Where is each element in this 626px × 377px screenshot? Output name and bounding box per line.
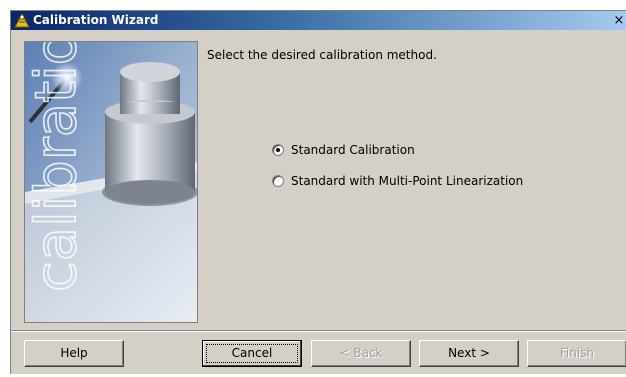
help-button[interactable]: Help xyxy=(24,340,124,367)
focus-rectangle xyxy=(206,344,298,363)
instruction-text: Select the desired calibration method. xyxy=(207,48,437,62)
cancel-button[interactable]: Cancel xyxy=(202,340,302,367)
close-icon[interactable]: × xyxy=(612,11,626,30)
title-bar[interactable]: Calibration Wizard × xyxy=(11,11,626,30)
calibration-wizard-dialog: Calibration Wizard × calibration Select … xyxy=(10,10,626,374)
radio-button-selected[interactable] xyxy=(272,144,284,156)
option-label[interactable]: Standard Calibration xyxy=(291,142,415,158)
option-label[interactable]: Standard with Multi-Point Linearization xyxy=(291,173,523,189)
next-button[interactable]: Next > xyxy=(419,340,519,367)
help-button-label: Help xyxy=(60,346,88,360)
back-button-label: < Back xyxy=(339,346,383,360)
back-button[interactable]: < Back xyxy=(311,340,411,367)
separator-line xyxy=(11,330,626,332)
calibration-sidebar-image: calibration xyxy=(24,41,198,323)
wizard-app-icon xyxy=(14,12,30,29)
radio-button[interactable] xyxy=(272,175,284,187)
calibration-watermark: calibration xyxy=(25,42,89,292)
finish-button-label: Finish xyxy=(559,346,595,360)
finish-button[interactable]: Finish xyxy=(527,340,626,367)
radio-dot xyxy=(276,148,280,152)
next-button-label: Next > xyxy=(448,346,490,360)
window-title: Calibration Wizard xyxy=(33,13,159,27)
